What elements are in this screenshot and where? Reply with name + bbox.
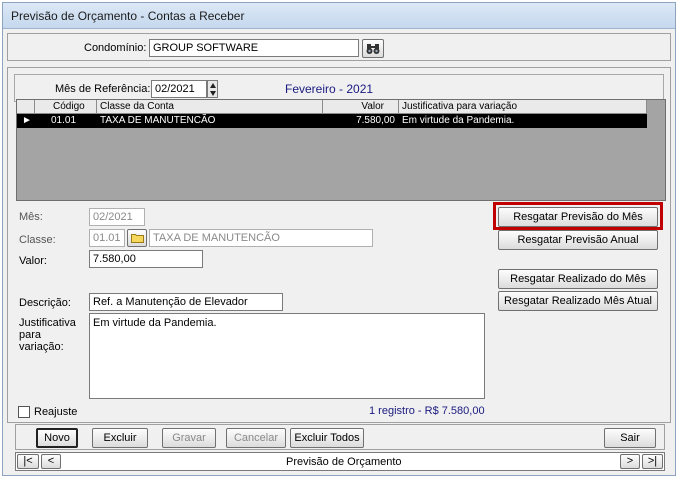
budget-grid[interactable]: Código Classe da Conta Valor Justificati… bbox=[16, 99, 666, 201]
window-title: Previsão de Orçamento - Contas a Receber bbox=[11, 9, 245, 23]
resgatar-realizado-mes-atual-button[interactable]: Resgatar Realizado Mês Atual bbox=[498, 291, 658, 311]
referencia-field[interactable]: 02/2021 bbox=[151, 80, 207, 98]
resgatar-previsao-mes-button[interactable]: Resgatar Previsão do Mês bbox=[498, 207, 658, 227]
binoculars-icon bbox=[366, 44, 380, 54]
classe-label: Classe: bbox=[19, 234, 56, 246]
nav-last-button[interactable]: >| bbox=[642, 454, 663, 469]
excluir-todos-button[interactable]: Excluir Todos bbox=[290, 428, 364, 448]
classe-folder-button[interactable] bbox=[127, 229, 147, 247]
nav-prev-button[interactable]: < bbox=[41, 454, 61, 469]
resgatar-previsao-anual-button[interactable]: Resgatar Previsão Anual bbox=[498, 230, 658, 250]
grid-header-classe[interactable]: Classe da Conta bbox=[97, 100, 323, 114]
nav-next-button[interactable]: > bbox=[620, 454, 640, 469]
folder-icon bbox=[130, 234, 144, 243]
navigator-caption: Previsão de Orçamento bbox=[286, 456, 402, 468]
grid-header-justificativa[interactable]: Justificativa para variação bbox=[399, 100, 647, 114]
justificativa-label-line1: Justificativa bbox=[19, 317, 76, 329]
novo-button[interactable]: Novo bbox=[36, 428, 78, 448]
grid-cell-justificativa[interactable]: Em virtude da Pandemia. bbox=[399, 114, 647, 128]
referencia-month-name: Fevereiro - 2021 bbox=[285, 82, 374, 96]
nav-first-button[interactable]: |< bbox=[17, 454, 39, 469]
classe-name-field[interactable]: TAXA DE MANUTENCÃO bbox=[149, 229, 373, 247]
valor-field[interactable]: 7.580,00 bbox=[89, 250, 203, 268]
grid-header-valor[interactable]: Valor bbox=[323, 100, 399, 114]
grid-cell-classe[interactable]: TAXA DE MANUTENCÃO bbox=[97, 114, 323, 128]
grid-header-codigo[interactable]: Código bbox=[35, 100, 97, 114]
classe-code-field[interactable]: 01.01 bbox=[89, 229, 125, 247]
valor-label: Valor: bbox=[19, 255, 47, 267]
window: Previsão de Orçamento - Contas a Receber… bbox=[2, 2, 676, 476]
cancelar-button[interactable]: Cancelar bbox=[226, 428, 286, 448]
mes-label: Mês: bbox=[19, 211, 43, 223]
justificativa-label-line2: para bbox=[19, 329, 42, 341]
title-bar: Previsão de Orçamento - Contas a Receber bbox=[3, 3, 675, 29]
reajuste-label: Reajuste bbox=[34, 406, 78, 418]
toolbar: Novo Excluir Gravar Cancelar Excluir Tod… bbox=[15, 424, 665, 450]
spin-down-icon bbox=[210, 91, 216, 96]
referencia-label: Mês de Referência: bbox=[55, 83, 151, 95]
grid-header-corner bbox=[17, 100, 35, 114]
justificativa-label-line3: variação: bbox=[19, 341, 64, 353]
condominio-field[interactable]: GROUP SOFTWARE bbox=[149, 39, 359, 57]
grid-row-indicator: ► bbox=[17, 114, 35, 128]
referencia-box: Mês de Referência: 02/2021 Fevereiro - 2… bbox=[14, 74, 664, 102]
spin-up-icon bbox=[210, 83, 216, 88]
justificativa-textarea[interactable]: Em virtude da Pandemia. bbox=[89, 313, 485, 399]
resgatar-realizado-mes-button[interactable]: Resgatar Realizado do Mês bbox=[498, 269, 658, 289]
condominio-panel: Condomínio: GROUP SOFTWARE bbox=[7, 33, 671, 61]
condominio-label: Condomínio: bbox=[84, 42, 147, 54]
grid-cell-valor[interactable]: 7.580,00 bbox=[323, 114, 399, 128]
record-navigator: |< < Previsão de Orçamento > >| bbox=[15, 452, 665, 471]
excluir-button[interactable]: Excluir bbox=[92, 428, 148, 448]
descricao-label: Descrição: bbox=[19, 297, 71, 309]
sair-button[interactable]: Sair bbox=[604, 428, 656, 448]
record-summary: 1 registro - R$ 7.580,00 bbox=[369, 405, 485, 417]
condominio-search-button[interactable] bbox=[362, 39, 384, 58]
referencia-spinner[interactable] bbox=[207, 80, 218, 98]
mes-field[interactable]: 02/2021 bbox=[89, 208, 145, 226]
grid-cell-codigo[interactable]: 01.01 bbox=[35, 114, 97, 128]
descricao-field[interactable]: Ref. a Manutenção de Elevador bbox=[89, 293, 283, 311]
reajuste-checkbox[interactable] bbox=[18, 406, 30, 418]
gravar-button[interactable]: Gravar bbox=[162, 428, 216, 448]
